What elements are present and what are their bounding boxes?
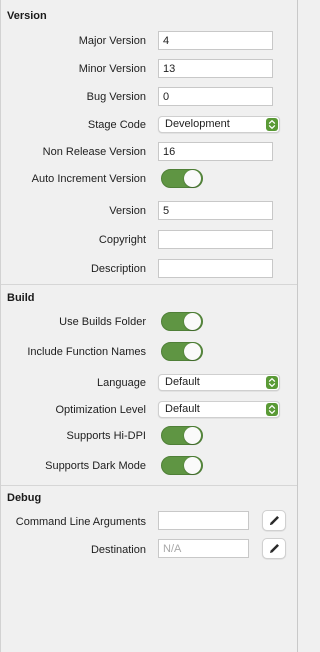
optimization-level-label: Optimization Level <box>55 404 147 416</box>
updown-stepper-icon <box>266 403 278 416</box>
supports-hidpi-label: Supports Hi-DPI <box>66 430 146 442</box>
bug-version-field[interactable] <box>158 87 273 106</box>
toggle-knob <box>184 457 201 474</box>
non-release-version-label: Non Release Version <box>42 146 146 158</box>
include-function-names-toggle[interactable] <box>161 342 203 361</box>
minor-version-label: Minor Version <box>78 63 146 75</box>
major-version-label: Major Version <box>78 35 146 47</box>
pencil-icon <box>270 516 279 525</box>
toggle-knob <box>184 170 201 187</box>
version-label: Version <box>109 205 146 217</box>
edit-command-line-button[interactable] <box>262 510 286 531</box>
use-builds-folder-toggle[interactable] <box>161 312 203 331</box>
command-line-arguments-field[interactable] <box>158 511 249 530</box>
language-label: Language <box>97 377 146 389</box>
supports-dark-mode-toggle[interactable] <box>161 456 203 475</box>
include-function-names-label: Include Function Names <box>27 346 146 358</box>
toggle-knob <box>184 427 201 444</box>
minor-version-field[interactable] <box>158 59 273 78</box>
bug-version-label: Bug Version <box>86 91 146 103</box>
optimization-level-popup[interactable]: Default <box>158 401 280 418</box>
stage-code-label: Stage Code <box>87 119 146 131</box>
supports-hidpi-toggle[interactable] <box>161 426 203 445</box>
destination-field[interactable] <box>158 539 249 558</box>
version-field[interactable] <box>158 201 273 220</box>
panel-left-border <box>0 0 1 652</box>
optimization-level-value: Default <box>165 403 200 415</box>
inspector-panel: Version Major Version Minor Version Bug … <box>0 0 299 652</box>
copyright-field[interactable] <box>158 230 273 249</box>
section-title-version: Version <box>7 10 47 22</box>
stage-code-popup[interactable]: Development <box>158 116 280 133</box>
section-divider <box>1 485 297 486</box>
panel-right-border <box>297 0 298 652</box>
supports-dark-mode-label: Supports Dark Mode <box>45 460 146 472</box>
use-builds-folder-label: Use Builds Folder <box>59 316 146 328</box>
major-version-field[interactable] <box>158 31 273 50</box>
auto-increment-label: Auto Increment Version <box>31 173 146 185</box>
language-popup[interactable]: Default <box>158 374 280 391</box>
updown-stepper-icon <box>266 118 278 131</box>
toggle-knob <box>184 313 201 330</box>
section-title-debug: Debug <box>7 492 42 504</box>
destination-label: Destination <box>90 544 146 556</box>
pencil-icon <box>270 544 279 553</box>
auto-increment-toggle[interactable] <box>161 169 203 188</box>
non-release-version-field[interactable] <box>158 142 273 161</box>
description-label: Description <box>90 263 146 275</box>
toggle-knob <box>184 343 201 360</box>
copyright-label: Copyright <box>98 234 146 246</box>
updown-stepper-icon <box>266 376 278 389</box>
edit-destination-button[interactable] <box>262 538 286 559</box>
section-title-build: Build <box>7 292 35 304</box>
section-divider <box>1 284 297 285</box>
command-line-arguments-label: Command Line Arguments <box>15 516 146 528</box>
language-value: Default <box>165 376 200 388</box>
description-field[interactable] <box>158 259 273 278</box>
stage-code-value: Development <box>165 118 230 130</box>
